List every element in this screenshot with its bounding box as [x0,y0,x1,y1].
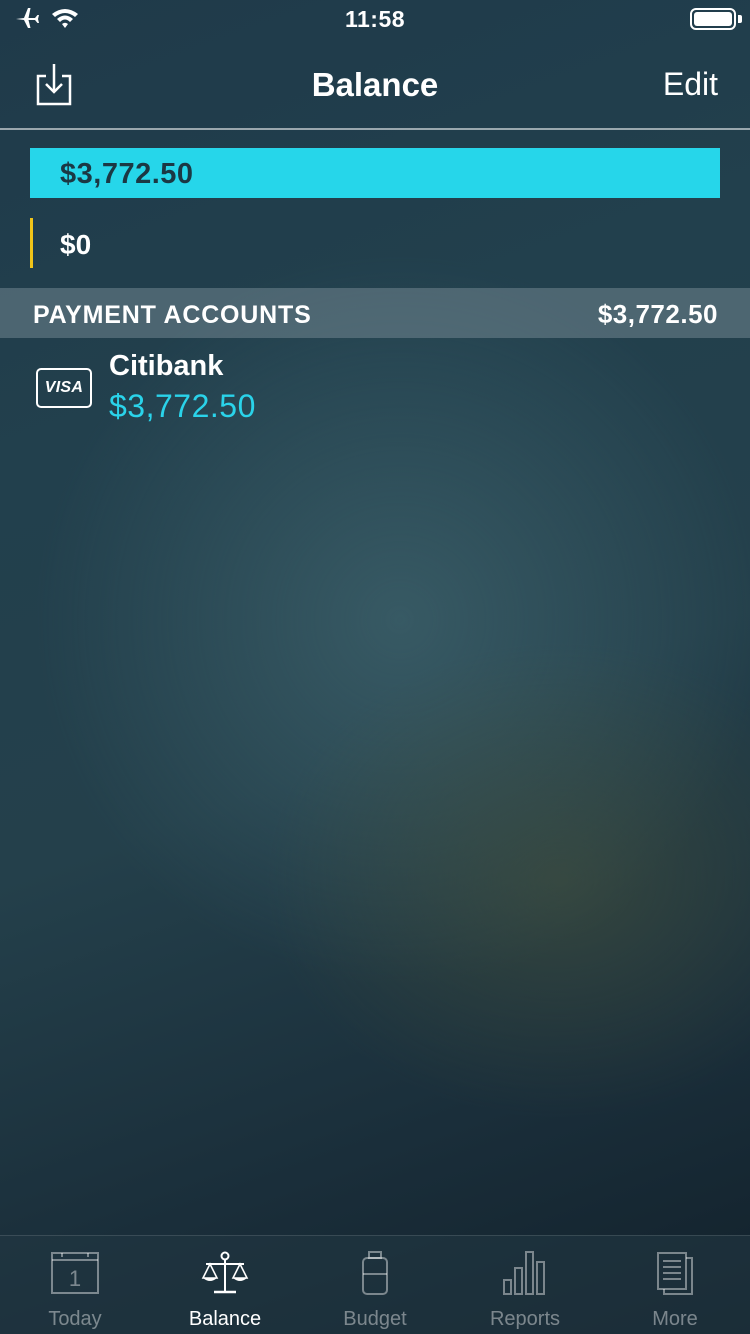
tab-balance[interactable]: Balance [150,1236,300,1334]
tab-today[interactable]: 1 Today [0,1236,150,1334]
tab-label-budget: Budget [343,1308,407,1330]
account-balance: $3,772.50 [109,388,256,424]
balance-summary-amount: $3,772.50 [60,158,194,190]
tab-budget[interactable]: Budget [300,1236,450,1334]
tab-bar: 1 Today Balance Budget Reports More [0,1235,750,1334]
visa-card-icon: VISA [36,368,92,408]
debt-summary-amount: $0 [60,229,92,260]
navigation-bar: Balance Edit [0,40,750,130]
documents-icon [657,1252,693,1295]
budget-jar-icon [362,1251,388,1295]
account-name: Citibank [109,350,224,382]
calendar-icon: 1 [51,1252,99,1294]
tab-reports[interactable]: Reports [450,1236,600,1334]
page-title: Balance [311,66,439,103]
battery-icon [690,8,736,30]
edit-button[interactable]: Edit [663,66,718,103]
debt-indicator-line [30,218,33,268]
calendar-day: 1 [69,1266,81,1291]
balance-summary-bar[interactable]: $3,772.50 [30,148,720,198]
status-bar: 11:58 [0,0,750,40]
status-time: 11:58 [344,6,406,32]
section-header-payment-accounts: PAYMENT ACCOUNTS $3,772.50 [0,288,750,338]
section-title: PAYMENT ACCOUNTS [33,301,312,329]
debt-summary-bar[interactable]: $0 [30,218,720,268]
account-row-citibank[interactable]: VISA Citibank $3,772.50 [0,344,750,434]
battery-tip [738,15,742,23]
tab-label-reports: Reports [489,1308,561,1330]
tab-more[interactable]: More [600,1236,750,1334]
tab-label-today: Today [48,1308,102,1330]
scale-icon [201,1251,249,1294]
bar-chart-icon [503,1251,545,1295]
tab-label-balance: Balance [188,1308,262,1330]
tab-label-more: More [652,1308,698,1330]
section-total: $3,772.50 [597,299,718,329]
